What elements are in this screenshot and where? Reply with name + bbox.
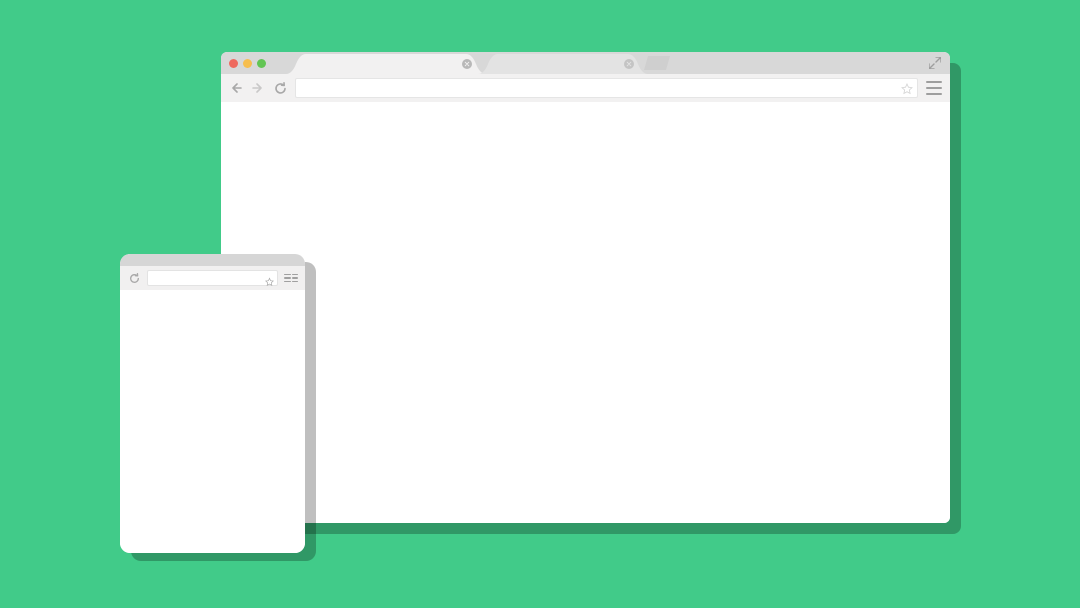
mobile-address-bar[interactable] xyxy=(147,270,278,286)
back-button[interactable] xyxy=(229,81,243,95)
tab-close-button[interactable] xyxy=(624,59,634,69)
mobile-browser-window xyxy=(120,254,305,553)
reload-button[interactable] xyxy=(273,81,287,95)
desktop-browser-window xyxy=(221,52,950,523)
bookmark-star-icon[interactable] xyxy=(901,82,913,94)
menu-button[interactable] xyxy=(926,81,942,95)
mobile-toolbar xyxy=(120,266,305,291)
desktop-titlebar xyxy=(221,52,950,74)
desktop-viewport xyxy=(221,102,950,523)
mobile-titlebar xyxy=(120,254,305,266)
fullscreen-icon[interactable] xyxy=(928,56,942,70)
mobile-reload-button[interactable] xyxy=(127,271,141,285)
window-close-button[interactable] xyxy=(229,59,238,68)
tab-strip xyxy=(286,52,670,74)
mobile-address-input[interactable] xyxy=(151,271,263,285)
stage xyxy=(0,0,1080,608)
window-controls xyxy=(229,52,266,74)
desktop-toolbar xyxy=(221,74,950,103)
forward-button[interactable] xyxy=(251,81,265,95)
address-bar[interactable] xyxy=(295,78,918,98)
mobile-menu-button[interactable] xyxy=(284,274,298,283)
browser-tab-inactive[interactable] xyxy=(478,54,648,74)
address-input[interactable] xyxy=(300,79,897,97)
window-minimize-button[interactable] xyxy=(243,59,252,68)
mobile-bookmark-star-icon[interactable] xyxy=(265,274,274,283)
window-zoom-button[interactable] xyxy=(257,59,266,68)
tab-close-button[interactable] xyxy=(462,59,472,69)
mobile-viewport xyxy=(120,290,305,553)
browser-tab-active[interactable] xyxy=(286,54,486,74)
